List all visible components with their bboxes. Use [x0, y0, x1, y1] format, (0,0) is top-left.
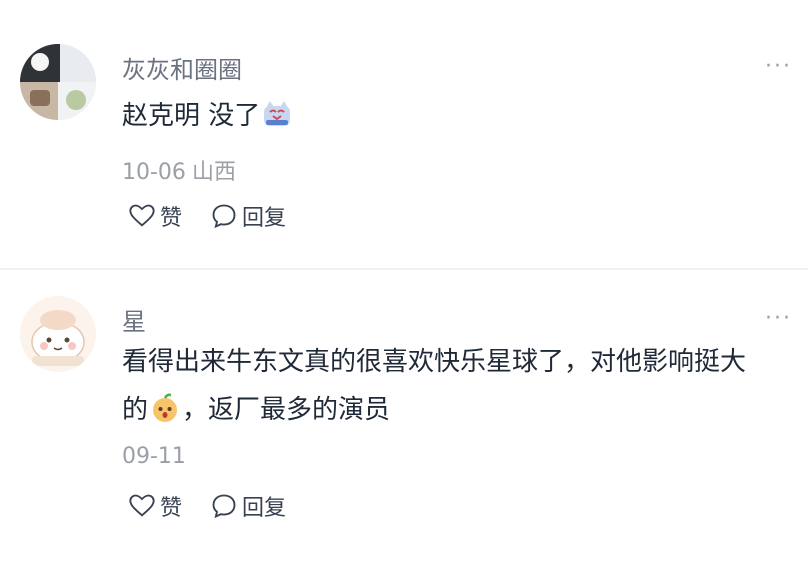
reply-label: 回复 — [242, 496, 287, 521]
like-label: 赞 — [160, 496, 183, 521]
comment-meta: 10-06 山西 — [122, 154, 236, 186]
comment-actions: 赞 回复 — [128, 490, 286, 522]
comment-text-part: 的 — [122, 395, 149, 425]
avatar[interactable] — [20, 296, 96, 372]
username[interactable]: 灰灰和圈圈 — [122, 50, 242, 85]
comment-meta: 09-11 — [122, 444, 186, 469]
heart-icon — [129, 494, 155, 517]
reply-button[interactable]: 回复 — [210, 200, 286, 232]
like-button[interactable]: 赞 — [128, 490, 182, 522]
comment-text-line: 看得出来牛东文真的很喜欢快乐星球了，对他影响挺大 — [122, 347, 747, 377]
shocked-fruit-emoji — [153, 393, 178, 422]
heart-icon — [129, 204, 155, 227]
comment-location: 山西 — [191, 160, 236, 185]
username[interactable]: 星 — [122, 302, 146, 337]
more-options-button[interactable]: ··· — [765, 308, 792, 330]
like-label: 赞 — [160, 206, 183, 231]
reply-button[interactable]: 回复 — [210, 490, 286, 522]
crying-cat-emoji — [264, 101, 291, 126]
comment-text-part: ，返厂最多的演员 — [182, 395, 391, 425]
comment-actions: 赞 回复 — [128, 200, 286, 232]
comment-text-part: 赵克明 没了 — [122, 101, 261, 131]
divider — [0, 268, 808, 270]
comment-text: 看得出来牛东文真的很喜欢快乐星球了，对他影响挺大 的 ，返厂最多的演员 — [122, 338, 794, 434]
like-button[interactable]: 赞 — [128, 200, 182, 232]
comment-text-line: 的 ，返厂最多的演员 — [122, 386, 794, 434]
more-options-button[interactable]: ··· — [765, 56, 792, 78]
speech-bubble-icon — [212, 494, 236, 519]
avatar[interactable] — [20, 44, 96, 120]
comment-date: 09-11 — [122, 444, 186, 469]
comment-text: 赵克明 没了 — [122, 92, 794, 140]
comment-date: 10-06 — [122, 160, 186, 185]
speech-bubble-icon — [212, 204, 236, 229]
reply-label: 回复 — [242, 206, 287, 231]
